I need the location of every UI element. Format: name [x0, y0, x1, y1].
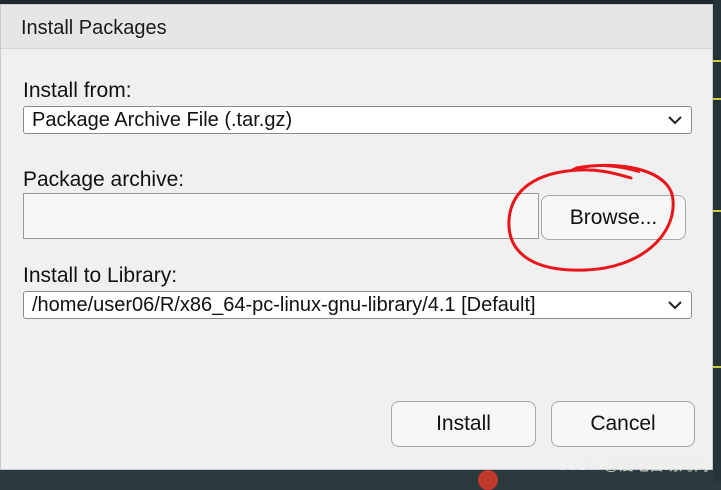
record-indicator-icon [478, 470, 498, 490]
watermark: CSDN @爱吃自助烤肉 [557, 457, 709, 474]
editor-marker [713, 366, 721, 368]
install-from-value: Package Archive File (.tar.gz) [32, 109, 293, 131]
install-button[interactable]: Install [391, 401, 536, 447]
cancel-button[interactable]: Cancel [551, 401, 695, 447]
chevron-down-icon [668, 116, 682, 125]
editor-marker [713, 60, 721, 62]
dialog-titlebar[interactable]: Install Packages [1, 5, 712, 49]
install-to-library-select[interactable]: /home/user06/R/x86_64-pc-linux-gnu-libra… [23, 291, 692, 319]
editor-marker [713, 210, 721, 212]
background-editor-strip [713, 0, 721, 481]
dialog-title: Install Packages [21, 17, 167, 39]
install-to-library-value: /home/user06/R/x86_64-pc-linux-gnu-libra… [32, 294, 536, 316]
install-packages-dialog: Install Packages Install from: Package A… [0, 4, 713, 470]
package-archive-field[interactable] [23, 193, 539, 239]
install-to-library-label: Install to Library: [23, 264, 178, 287]
red-circle-annotation [507, 163, 675, 272]
install-from-label: Install from: [23, 79, 132, 102]
editor-marker [713, 98, 721, 100]
package-archive-label: Package archive: [23, 168, 185, 191]
chevron-down-icon [668, 301, 682, 310]
install-from-select[interactable]: Package Archive File (.tar.gz) [23, 106, 692, 134]
